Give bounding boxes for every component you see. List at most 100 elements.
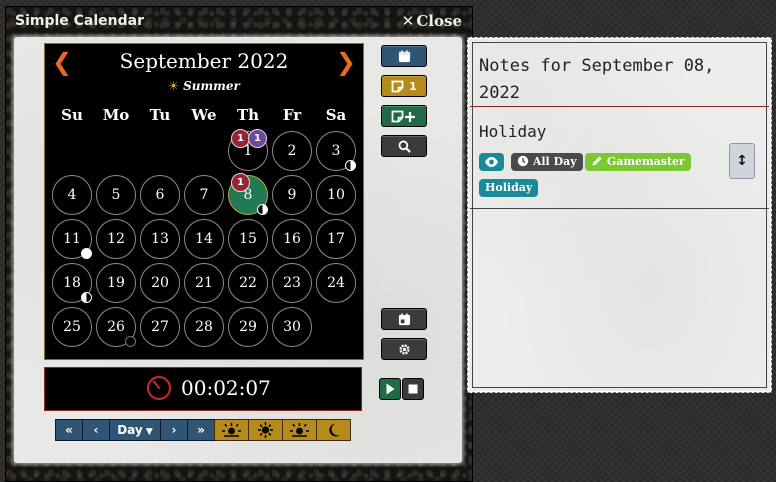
- day-cell[interactable]: 19: [96, 263, 136, 303]
- midday-button[interactable]: [248, 419, 283, 441]
- day-cell[interactable]: 20: [140, 263, 180, 303]
- day-number: 7: [199, 187, 209, 203]
- pencil-icon: [592, 156, 602, 166]
- month-panel: ❮ September 2022 ❯ ☀ Summer Su Mo Tu We Th Fr…: [44, 43, 364, 360]
- weekday-label: Tu: [149, 106, 171, 124]
- day-cell[interactable]: 5: [96, 175, 136, 215]
- clock-panel: 00:02:07: [44, 367, 362, 411]
- day-cell[interactable]: 3: [316, 131, 356, 171]
- author-tag: Gamemaster: [585, 153, 691, 171]
- notes-title: Notes for September 08, 2022: [479, 56, 715, 103]
- day-cell[interactable]: 7: [184, 175, 224, 215]
- day-cell[interactable]: 6: [140, 175, 180, 215]
- close-icon: ✕: [401, 12, 415, 30]
- day-number: 19: [107, 275, 125, 291]
- reorder-button[interactable]: ↕: [729, 143, 755, 179]
- day-cell[interactable]: 15: [228, 219, 268, 259]
- chevron-right-icon: ›: [171, 423, 177, 437]
- play-button[interactable]: [379, 378, 401, 400]
- day-cell[interactable]: 18: [52, 263, 92, 303]
- day-cell[interactable]: 2: [272, 131, 312, 171]
- weekday-label: Th: [236, 106, 260, 124]
- eye-icon: [485, 157, 498, 167]
- all-day-tag: All Day: [511, 153, 583, 171]
- moon-phase-icon: [81, 248, 92, 259]
- day-number: 11: [63, 231, 81, 247]
- dawn-button[interactable]: [214, 419, 249, 441]
- sunrise-icon: [222, 423, 241, 437]
- gear-icon: [398, 344, 410, 355]
- day-cell-selected[interactable]: 81: [228, 173, 268, 215]
- day-number: 26: [107, 319, 125, 335]
- calendar-icon: [398, 50, 410, 63]
- day-cell[interactable]: 24: [316, 263, 356, 303]
- next-month-button[interactable]: ❯: [336, 50, 356, 74]
- view-notes-button[interactable]: 1: [381, 75, 427, 97]
- sun-icon: ☀: [168, 79, 179, 93]
- weekday-label: Su: [61, 106, 83, 124]
- day-cell[interactable]: 13: [140, 219, 180, 259]
- stop-button[interactable]: [402, 378, 424, 400]
- day-cell[interactable]: 25: [52, 307, 92, 347]
- search-icon: [398, 140, 411, 153]
- day-cell[interactable]: 21: [184, 263, 224, 303]
- double-chevron-left-icon: «: [65, 423, 73, 437]
- forward-fast-button[interactable]: »: [187, 419, 215, 441]
- weekday-label: We: [191, 106, 217, 124]
- category-label: Holiday: [485, 181, 533, 194]
- add-note-button[interactable]: [381, 105, 427, 127]
- forward-button[interactable]: ›: [160, 419, 188, 441]
- day-cell[interactable]: 12: [96, 219, 136, 259]
- note-count-badge[interactable]: 1: [248, 129, 267, 148]
- day-cell[interactable]: 14: [184, 219, 224, 259]
- double-chevron-right-icon: »: [197, 423, 205, 437]
- date-selector-button[interactable]: [381, 308, 427, 330]
- time-unit-select[interactable]: Day ▼: [109, 419, 161, 441]
- close-label: Close: [416, 12, 462, 30]
- day-cell[interactable]: 11: [52, 219, 92, 259]
- day-cell[interactable]: 17: [316, 219, 356, 259]
- day-cell[interactable]: 28: [184, 307, 224, 347]
- day-number: 25: [63, 319, 81, 335]
- today-button[interactable]: [381, 45, 427, 67]
- title-divider: [470, 106, 769, 107]
- midnight-button[interactable]: [316, 419, 351, 441]
- calendar-titlebar[interactable]: Simple Calendar ✕ Close: [6, 7, 472, 35]
- window-title: Simple Calendar: [15, 13, 145, 29]
- calendar-day-icon: [398, 313, 410, 326]
- arrows-vertical-icon: ↕: [736, 153, 748, 169]
- settings-button[interactable]: [381, 338, 427, 360]
- chevron-left-icon: ‹: [93, 423, 99, 437]
- day-cell[interactable]: 111: [228, 129, 268, 171]
- note-count-badge[interactable]: 1: [231, 173, 250, 192]
- note-icon: [391, 80, 404, 93]
- day-cell[interactable]: 23: [272, 263, 312, 303]
- day-number: 28: [195, 319, 213, 335]
- day-cell[interactable]: 9: [272, 175, 312, 215]
- day-number: 18: [63, 275, 81, 291]
- day-number: 22: [239, 275, 257, 291]
- day-cell[interactable]: 27: [140, 307, 180, 347]
- day-number: 5: [111, 187, 121, 203]
- day-cell[interactable]: 22: [228, 263, 268, 303]
- day-cell[interactable]: 4: [52, 175, 92, 215]
- play-icon: [386, 383, 395, 395]
- season-label: ☀ Summer: [45, 79, 363, 93]
- day-number: 2: [287, 143, 297, 159]
- day-number: 30: [283, 319, 301, 335]
- weekday-label: Mo: [102, 106, 130, 124]
- close-button[interactable]: ✕ Close: [402, 12, 462, 30]
- day-cell[interactable]: 16: [272, 219, 312, 259]
- rewind-fast-button[interactable]: «: [55, 419, 83, 441]
- dusk-button[interactable]: [282, 419, 317, 441]
- day-number: 13: [151, 231, 169, 247]
- stop-icon: [408, 384, 418, 394]
- day-number: 3: [331, 143, 341, 159]
- rewind-button[interactable]: ‹: [82, 419, 110, 441]
- day-cell[interactable]: 29: [228, 307, 268, 347]
- day-cell[interactable]: 10: [316, 175, 356, 215]
- note-title[interactable]: Holiday: [479, 122, 546, 141]
- day-cell[interactable]: 30: [272, 307, 312, 347]
- day-cell[interactable]: 26: [96, 307, 136, 347]
- search-button[interactable]: [381, 135, 427, 157]
